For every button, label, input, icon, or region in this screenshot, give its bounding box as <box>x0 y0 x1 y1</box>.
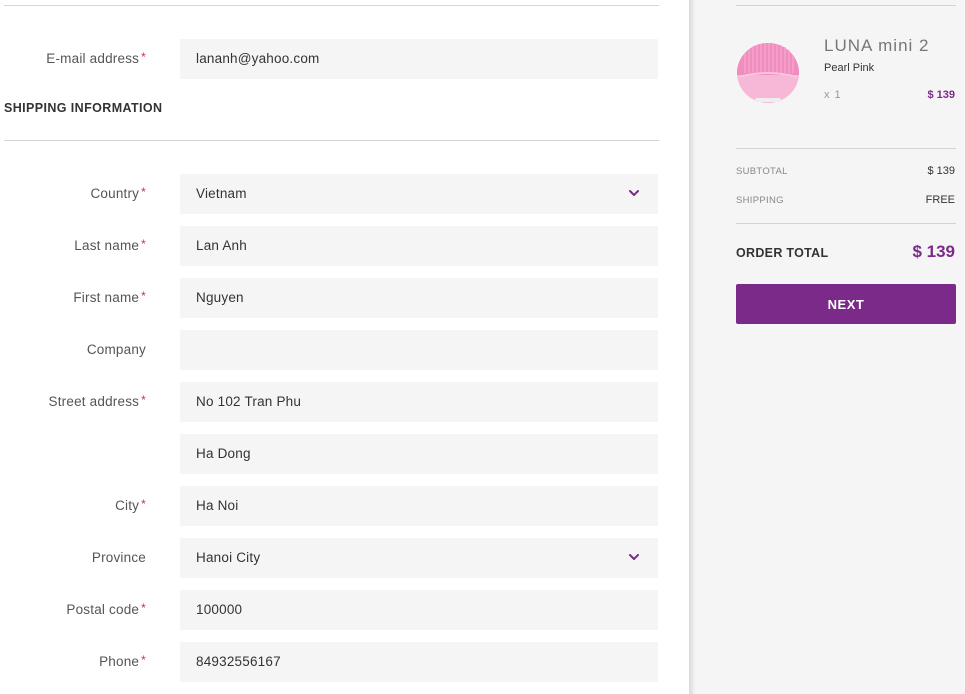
subtotal-value: $ 139 <box>927 165 955 177</box>
divider <box>4 5 659 6</box>
phone-row: Phone * <box>0 642 660 682</box>
divider <box>736 5 956 6</box>
province-select[interactable]: Hanoi City <box>180 538 658 578</box>
company-field[interactable] <box>180 330 658 370</box>
checkout-form: E-mail address* SHIPPING INFORMATION Cou… <box>0 0 689 694</box>
divider <box>736 223 956 224</box>
company-row: Company <box>0 330 660 370</box>
next-button[interactable]: NEXT <box>736 284 956 324</box>
phone-label: Phone * <box>99 653 146 669</box>
product-variant: Pearl Pink <box>824 62 875 74</box>
shipping-value: FREE <box>925 194 955 206</box>
order-total-value: $ 139 <box>912 242 955 261</box>
divider <box>736 148 956 149</box>
first-name-row: First name * <box>0 278 660 318</box>
country-value: Vietnam <box>196 186 247 201</box>
order-summary: LUNA mini 2 Pearl Pink x 1 $ 139 SUBTOTA… <box>695 0 965 694</box>
first-name-field[interactable] <box>180 278 658 318</box>
email-row: E-mail address * <box>0 39 660 79</box>
province-value: Hanoi City <box>196 550 261 565</box>
last-name-row: Last name * <box>0 226 660 266</box>
shipping-label: SHIPPING <box>736 195 784 206</box>
order-total-label: ORDER TOTAL <box>736 246 829 260</box>
city-label: City * <box>115 497 146 513</box>
company-label: Company <box>86 342 146 357</box>
first-name-label: First name * <box>73 289 146 305</box>
country-select[interactable]: Vietnam <box>180 174 658 214</box>
street-address-field[interactable] <box>180 382 658 422</box>
product-name: LUNA mini 2 <box>824 36 930 55</box>
last-name-label: Last name * <box>74 237 146 253</box>
email-field[interactable] <box>180 39 658 79</box>
email-label: E-mail address * <box>46 50 146 66</box>
chevron-down-icon <box>629 554 639 560</box>
street-label: Street address * <box>48 393 146 409</box>
street-row: Street address * <box>0 382 660 422</box>
divider <box>4 140 659 141</box>
province-label: Province <box>91 550 146 565</box>
checkout-page: E-mail address* SHIPPING INFORMATION Cou… <box>0 0 965 694</box>
street2-row <box>0 434 660 474</box>
province-row: Province Hanoi City <box>0 538 660 578</box>
chevron-down-icon <box>629 190 639 196</box>
postal-code-row: Postal code * <box>0 590 660 630</box>
postal-code-field[interactable] <box>180 590 658 630</box>
phone-field[interactable] <box>180 642 658 682</box>
shipping-section-title: SHIPPING INFORMATION <box>4 101 163 115</box>
postal-code-label: Postal code * <box>66 601 146 617</box>
product-quantity: x 1 <box>824 89 842 101</box>
subtotal-label: SUBTOTAL <box>736 166 788 177</box>
street-address-line2-field[interactable] <box>180 434 658 474</box>
product-image <box>737 43 799 103</box>
country-row: Country * Vietnam <box>0 174 660 214</box>
city-row: City * <box>0 486 660 526</box>
country-label: Country * <box>90 185 146 201</box>
city-field[interactable] <box>180 486 658 526</box>
last-name-field[interactable] <box>180 226 658 266</box>
product-price: $ 139 <box>927 89 955 101</box>
